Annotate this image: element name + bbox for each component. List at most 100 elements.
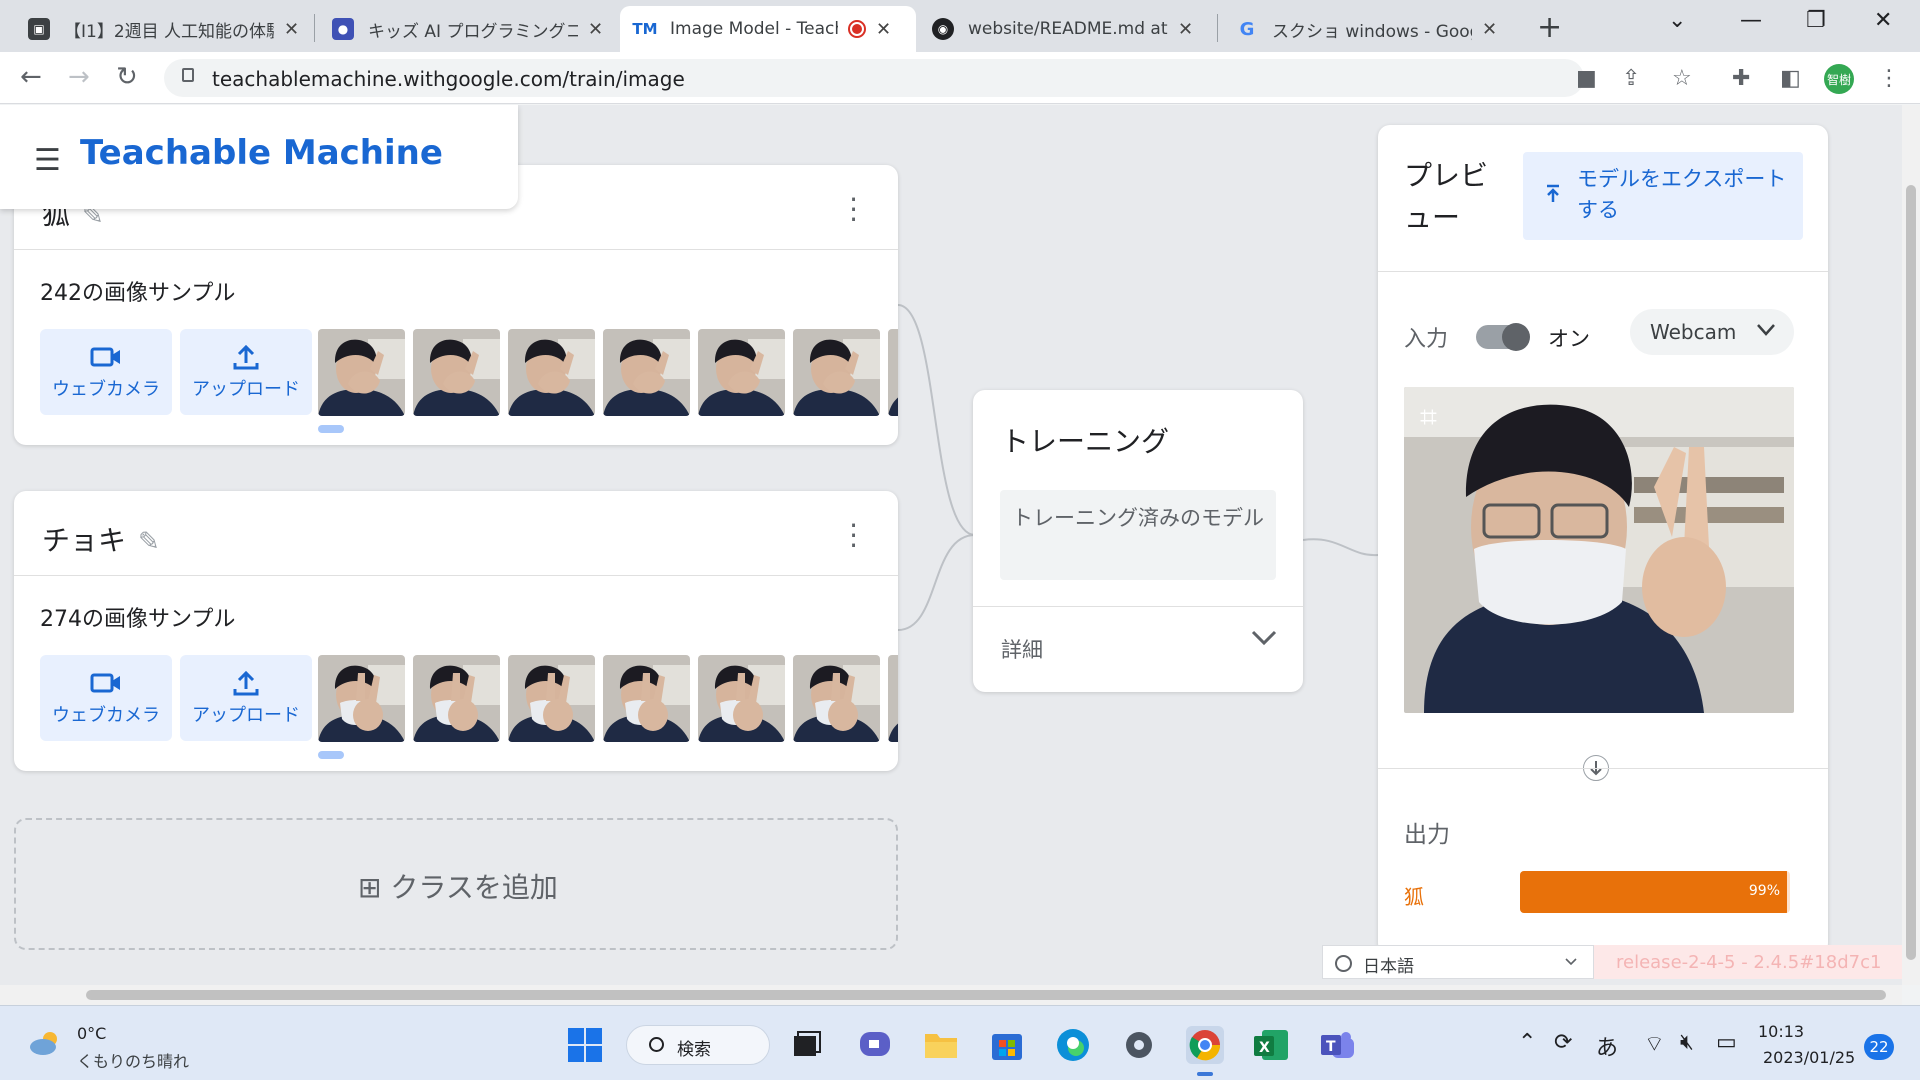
task-view-icon[interactable]	[788, 1026, 826, 1064]
close-tab-icon[interactable]: ✕	[588, 19, 603, 40]
chevron-down-icon[interactable]	[1251, 630, 1277, 646]
weather-temperature[interactable]: 0°C	[77, 1024, 106, 1043]
upload-button[interactable]: アップロード	[180, 655, 312, 741]
extensions-icon[interactable]: ✚	[1732, 66, 1750, 91]
output-confidence-value: 99%	[1748, 883, 1780, 899]
input-source-select[interactable]: Webcam	[1630, 309, 1794, 355]
tab-strip: ▣ 【I1】2週目 人工知能の体験 ✕ ● キッズ AI プログラミングコンテ …	[0, 0, 1920, 52]
edge-browser-icon[interactable]	[1054, 1026, 1092, 1064]
teams-icon[interactable]: T	[1318, 1026, 1356, 1064]
reload-icon[interactable]: ↻	[116, 62, 138, 92]
add-class-button[interactable]: ⊞ クラスを追加	[14, 818, 898, 950]
edit-pencil-icon[interactable]: ✎	[138, 527, 160, 557]
language-select[interactable]: 日本語	[1322, 945, 1594, 979]
clock-time[interactable]: 10:13	[1758, 1022, 1804, 1041]
class-name[interactable]: チョキ ✎	[42, 519, 160, 559]
sample-thumbnail[interactable]	[508, 655, 595, 742]
video-camera-icon	[90, 347, 120, 367]
speaker-muted-icon[interactable]: 🔇︎	[1680, 1030, 1694, 1055]
sample-thumbnail[interactable]	[318, 655, 405, 742]
minimize-button[interactable]: —	[1740, 8, 1762, 33]
settings-gear-icon[interactable]	[1120, 1026, 1158, 1064]
train-model-button[interactable]: トレーニング済みのモデル	[1000, 490, 1276, 580]
webcam-button[interactable]: ウェブカメラ	[40, 655, 172, 741]
notification-badge[interactable]: 22	[1864, 1034, 1894, 1060]
sample-thumbnail[interactable]	[603, 655, 690, 742]
close-tab-icon[interactable]: ✕	[876, 19, 891, 40]
browser-tab-active[interactable]: TM Image Model - Teach ✕	[620, 6, 916, 52]
app-header: ☰ Teachable Machine	[0, 105, 518, 209]
sample-thumbnail[interactable]	[698, 655, 785, 742]
hamburger-menu-icon[interactable]: ☰	[34, 143, 61, 178]
start-button[interactable]	[566, 1026, 604, 1064]
upload-button[interactable]: アップロード	[180, 329, 312, 415]
clock-date[interactable]: 2023/01/25	[1763, 1048, 1855, 1067]
browser-tab[interactable]: ● キッズ AI プログラミングコンテ ✕	[318, 6, 617, 52]
forward-icon[interactable]: →	[68, 62, 90, 92]
sync-icon[interactable]: ⟳	[1554, 1030, 1572, 1055]
battery-icon[interactable]: ▭	[1716, 1030, 1737, 1055]
sample-thumbnail[interactable]	[508, 329, 595, 416]
new-tab-button[interactable]: +	[1537, 10, 1562, 45]
taskbar-search[interactable]: 検索	[626, 1025, 770, 1065]
address-bar[interactable]: teachablemachine.withgoogle.com/train/im…	[164, 59, 1584, 97]
bookmark-star-icon[interactable]: ☆	[1672, 66, 1692, 91]
export-arrow-icon	[1547, 184, 1559, 202]
microsoft-store-icon[interactable]	[988, 1026, 1026, 1064]
restore-button[interactable]: ❐	[1806, 8, 1826, 33]
tab-search-icon[interactable]: ⌄	[1668, 8, 1686, 33]
file-explorer-icon[interactable]	[922, 1026, 960, 1064]
github-icon: ◉	[932, 18, 954, 40]
sample-thumbnail[interactable]	[793, 329, 880, 416]
ime-mode-indicator[interactable]: あ	[1596, 1030, 1618, 1062]
output-confidence-fill	[1520, 871, 1788, 913]
webcam-button[interactable]: ウェブカメラ	[40, 329, 172, 415]
sample-thumbnail[interactable]	[793, 655, 880, 742]
browser-tab[interactable]: ◉ website/README.md at m ✕	[918, 6, 1207, 52]
camera-in-use-icon[interactable]: ■	[1576, 66, 1597, 91]
profile-avatar[interactable]: 智樹	[1824, 64, 1854, 94]
share-icon[interactable]: ⇪	[1622, 66, 1640, 91]
weather-cloud-sun-icon[interactable]	[28, 1030, 64, 1056]
windows-taskbar: 0°C くもりのち晴れ 検索 X T ⌃ ⟳ あ ⌔ 🔇︎ ▭ 10:13 20…	[0, 1005, 1920, 1080]
url-text[interactable]: teachablemachine.withgoogle.com/train/im…	[212, 67, 685, 91]
close-window-button[interactable]: ✕	[1874, 8, 1892, 33]
browser-tab[interactable]: G スクショ windows - Google ✕	[1222, 6, 1511, 52]
chrome-browser-icon[interactable]	[1186, 1026, 1224, 1064]
teachable-machine-icon: TM	[632, 20, 658, 38]
class-options-icon[interactable]: · · ·	[849, 512, 858, 560]
close-tab-icon[interactable]: ✕	[284, 19, 299, 40]
horizontal-scrollbar[interactable]	[0, 985, 1902, 1005]
sample-thumbnails[interactable]	[318, 655, 898, 743]
sample-thumbnail[interactable]	[413, 655, 500, 742]
export-model-button[interactable]: モデルをエクスポートする	[1523, 152, 1803, 240]
advanced-details-label[interactable]: 詳細	[1001, 634, 1043, 664]
app-title[interactable]: Teachable Machine	[80, 133, 443, 173]
sample-thumbnail[interactable]	[888, 655, 898, 742]
vertical-scrollbar[interactable]	[1902, 105, 1920, 985]
menu-icon[interactable]: ⋮	[1878, 66, 1900, 91]
sample-thumbnail[interactable]	[318, 329, 405, 416]
excel-icon[interactable]: X	[1252, 1026, 1290, 1064]
active-app-indicator	[1197, 1072, 1213, 1076]
sample-thumbnail[interactable]	[888, 329, 898, 416]
sample-thumbnails[interactable]	[318, 329, 898, 417]
sample-thumbnail[interactable]	[413, 329, 500, 416]
close-tab-icon[interactable]: ✕	[1482, 19, 1497, 40]
toggle-knob	[1502, 323, 1530, 351]
video-camera-icon	[90, 673, 120, 693]
show-hidden-icons[interactable]: ⌃	[1518, 1030, 1536, 1055]
back-icon[interactable]: ←	[20, 62, 42, 92]
weather-description[interactable]: くもりのち晴れ	[77, 1048, 189, 1072]
sample-thumbnail[interactable]	[603, 329, 690, 416]
side-panel-icon[interactable]: ◧	[1780, 66, 1801, 91]
sample-thumbnail[interactable]	[698, 329, 785, 416]
input-toggle[interactable]	[1476, 323, 1530, 351]
thumbnail-scroll-indicator[interactable]	[318, 751, 344, 759]
teams-chat-icon[interactable]	[856, 1026, 894, 1064]
close-tab-icon[interactable]: ✕	[1178, 19, 1193, 40]
class-options-icon[interactable]: · · ·	[849, 186, 858, 234]
wifi-icon[interactable]: ⌔	[1644, 1030, 1665, 1058]
browser-tab[interactable]: ▣ 【I1】2週目 人工知能の体験 ✕	[14, 6, 313, 52]
thumbnail-scroll-indicator[interactable]	[318, 425, 344, 433]
